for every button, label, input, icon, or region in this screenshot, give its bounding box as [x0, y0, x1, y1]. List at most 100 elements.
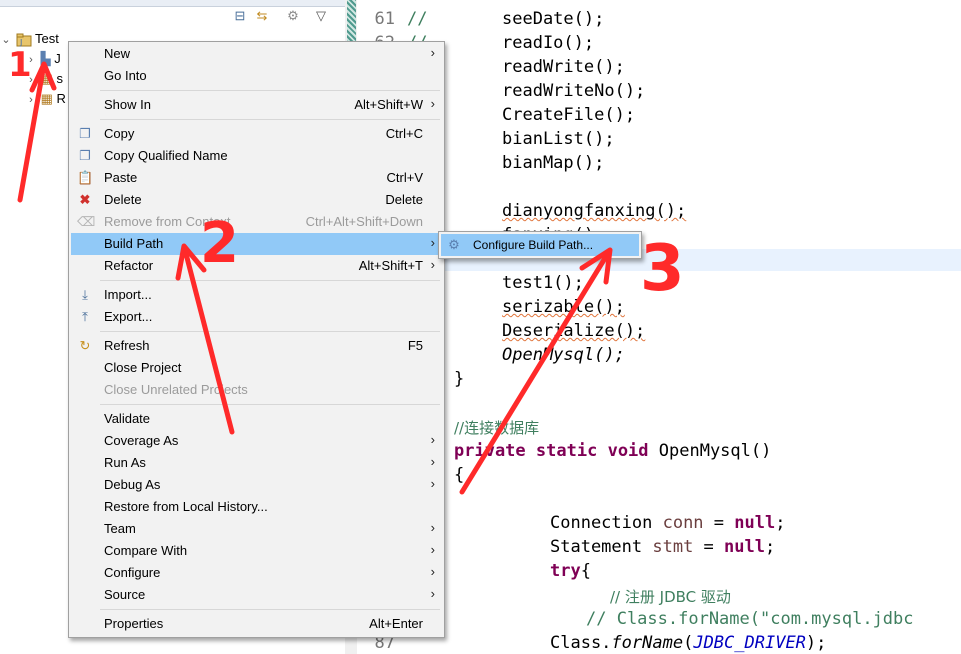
menu-item-label: Refresh: [104, 338, 150, 353]
chevron-down-icon[interactable]: ⌄: [0, 30, 12, 50]
code-comment[interactable]: // Class.forName("com.mysql.jdbc: [586, 609, 914, 629]
menu-item-go-into[interactable]: Go Into: [71, 65, 442, 87]
menu-item-paste[interactable]: 📋 Paste Ctrl+V: [71, 167, 442, 189]
menu-item-run-as[interactable]: Run As ›: [71, 452, 442, 474]
menu-item-restore-local-history[interactable]: Restore from Local History...: [71, 496, 442, 518]
code-line-stmt[interactable]: Statement stmt = null;: [550, 537, 775, 557]
method-signature[interactable]: private static void OpenMysql(): [454, 441, 771, 461]
code-line[interactable]: readWrite();: [502, 57, 625, 77]
menu-item-team[interactable]: Team ›: [71, 518, 442, 540]
menu-item-new[interactable]: New ›: [71, 43, 442, 65]
code-line-try[interactable]: try{: [550, 561, 591, 581]
code-comment[interactable]: // 注册 JDBC 驱动: [610, 586, 731, 607]
tree-item-ref[interactable]: › ▦ R: [25, 89, 66, 109]
menu-item-label: Configure: [104, 565, 161, 580]
code-line[interactable]: test1();: [502, 273, 584, 293]
paste-icon: 📋: [77, 170, 94, 185]
menu-item-source[interactable]: Source ›: [71, 584, 442, 606]
tree-item-jre[interactable]: › ▙ J: [25, 49, 61, 69]
project-name: Test: [35, 31, 59, 46]
menu-item-label: Compare With: [104, 543, 188, 558]
menu-item-label: Delete: [104, 192, 142, 207]
refresh-icon: ↻: [79, 338, 91, 353]
delete-icon: ✖: [79, 192, 91, 207]
code-line[interactable]: {: [454, 465, 464, 485]
submenu-arrow-icon: ›: [430, 454, 435, 469]
menu-item-label: Configure Build Path...: [473, 238, 594, 252]
menu-separator: [100, 119, 440, 120]
menu-item-export[interactable]: ⤒ Export...: [71, 306, 442, 328]
menu-item-label: Coverage As: [104, 433, 179, 448]
link-with-editor-icon[interactable]: ⇆: [254, 8, 270, 24]
focus-on-working-set-icon[interactable]: ⚙: [285, 8, 301, 24]
code-line[interactable]: readIo();: [502, 33, 594, 53]
menu-item-close-project[interactable]: Close Project: [71, 357, 442, 379]
menu-item-import[interactable]: ⤓ Import...: [71, 284, 442, 306]
comment-marker: //: [407, 9, 428, 29]
menu-item-configure-build-path[interactable]: ⚙ Configure Build Path...: [441, 234, 639, 256]
code-line[interactable]: OpenMysql();: [502, 345, 625, 365]
context-menu: New › Go Into Show In Alt+Shift+W › ❐ Co…: [68, 41, 445, 638]
code-line[interactable]: Deserialize();: [502, 321, 645, 341]
tree-item-label: J: [54, 51, 61, 66]
code-comment[interactable]: //连接数据库: [454, 417, 539, 438]
menu-item-coverage-as[interactable]: Coverage As ›: [71, 430, 442, 452]
menu-item-delete[interactable]: ✖ Delete Delete: [71, 189, 442, 211]
menu-item-label: Source: [104, 587, 146, 602]
menu-item-label: Properties: [104, 616, 164, 631]
menu-item-label: Copy Qualified Name: [104, 148, 228, 163]
chevron-right-icon[interactable]: ›: [25, 70, 37, 90]
menu-separator: [100, 331, 440, 332]
menu-item-label: Paste: [104, 170, 138, 185]
menu-item-label: Go Into: [104, 68, 147, 83]
menu-item-label: Import...: [104, 287, 152, 302]
tree-item-label: R: [56, 91, 66, 106]
code-line-conn[interactable]: Connection conn = null;: [550, 513, 785, 533]
explorer-view-header: [0, 0, 345, 7]
code-line[interactable]: CreateFile();: [502, 105, 635, 125]
code-line[interactable]: bianList();: [502, 129, 615, 149]
view-menu-icon[interactable]: ▽: [313, 8, 329, 24]
menu-item-copy[interactable]: ❐ Copy Ctrl+C: [71, 123, 442, 145]
menu-item-refactor[interactable]: Refactor Alt+Shift+T ›: [71, 255, 442, 277]
menu-item-show-in[interactable]: Show In Alt+Shift+W ›: [71, 94, 442, 116]
submenu-arrow-icon: ›: [430, 257, 435, 272]
export-icon: ⤒: [82, 309, 88, 324]
menu-item-copy-qualified-name[interactable]: ❐ Copy Qualified Name: [71, 145, 442, 167]
menu-item-debug-as[interactable]: Debug As ›: [71, 474, 442, 496]
menu-item-shortcut: Delete: [385, 192, 423, 207]
menu-item-build-path[interactable]: Build Path ›: [71, 233, 442, 255]
tree-item-src[interactable]: › ▦ s: [25, 69, 63, 89]
menu-separator: [100, 609, 440, 610]
chevron-right-icon[interactable]: ›: [25, 90, 37, 110]
menu-item-label: Remove from Context: [104, 214, 231, 229]
menu-item-label: Refactor: [104, 258, 154, 273]
folder-icon: ▦: [40, 91, 53, 106]
menu-item-label: Close Unrelated Projects: [104, 382, 248, 397]
tree-item-project[interactable]: ⌄ J Test: [0, 29, 59, 50]
code-line[interactable]: seeDate();: [502, 9, 604, 29]
code-line[interactable]: bianMap();: [502, 153, 604, 173]
menu-item-label: Copy: [104, 126, 135, 141]
menu-item-label: Show In: [104, 97, 151, 112]
submenu-arrow-icon: ›: [430, 542, 435, 557]
menu-item-refresh[interactable]: ↻ Refresh F5: [71, 335, 442, 357]
menu-item-compare-with[interactable]: Compare With ›: [71, 540, 442, 562]
code-line[interactable]: readWriteNo();: [502, 81, 645, 101]
menu-item-label: Restore from Local History...: [104, 499, 268, 514]
menu-item-validate[interactable]: Validate: [71, 408, 442, 430]
menu-item-configure[interactable]: Configure ›: [71, 562, 442, 584]
code-line-forname[interactable]: Class.forName(JDBC_DRIVER);: [550, 633, 826, 653]
menu-item-properties[interactable]: Properties Alt+Enter: [71, 613, 442, 635]
menu-item-shortcut: Ctrl+Alt+Shift+Down: [305, 214, 423, 229]
menu-item-remove-from-context: ⌫ Remove from Context Ctrl+Alt+Shift+Dow…: [71, 211, 442, 233]
chevron-right-icon[interactable]: ›: [25, 50, 37, 70]
code-line[interactable]: }: [454, 369, 464, 389]
code-line[interactable]: dianyongfanxing();: [502, 201, 686, 221]
svg-text:J: J: [19, 38, 22, 47]
collapse-all-icon[interactable]: ⊟: [232, 8, 248, 24]
menu-item-shortcut: Ctrl+V: [386, 170, 423, 185]
menu-item-shortcut: Alt+Shift+T: [358, 258, 423, 273]
code-line[interactable]: serizable();: [502, 297, 625, 317]
menu-item-label: Run As: [104, 455, 146, 470]
